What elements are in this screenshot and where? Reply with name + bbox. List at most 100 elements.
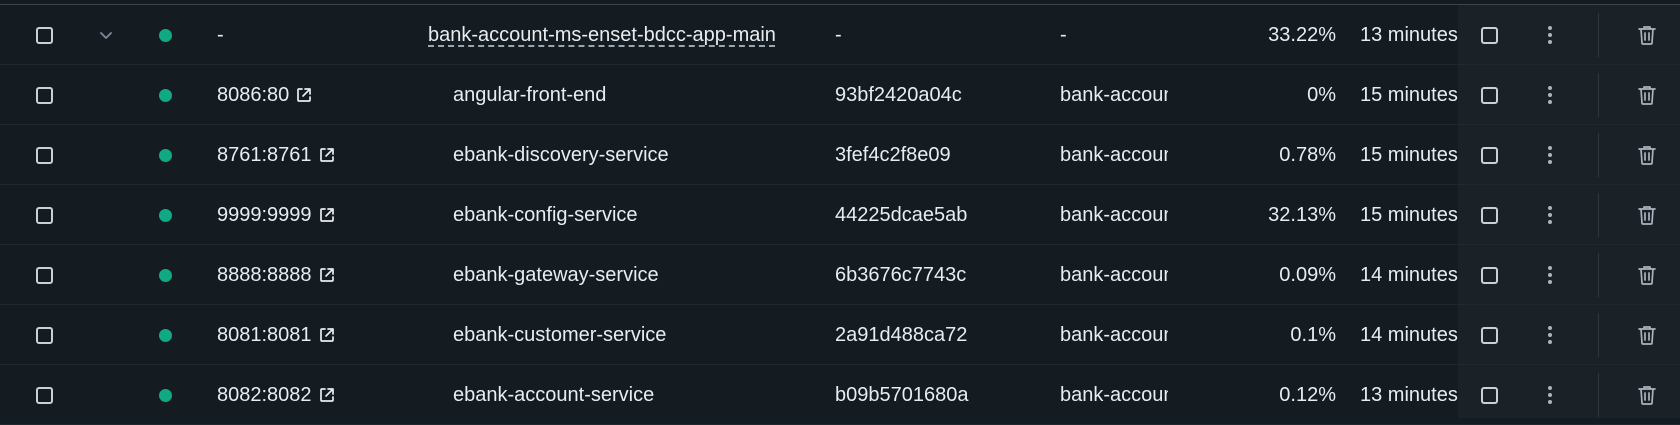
actions-divider: [1598, 133, 1599, 177]
container-image[interactable]: bank-account-ms-enset-bdcc-app-main-eban…: [1060, 305, 1168, 365]
container-name[interactable]: ebank-account-service: [453, 365, 654, 425]
trash-icon[interactable]: [1636, 305, 1658, 365]
external-link-icon[interactable]: [295, 86, 313, 104]
container-image[interactable]: -: [1060, 5, 1168, 65]
port-mapping[interactable]: 8888:8888: [217, 264, 312, 287]
trash-icon[interactable]: [1636, 65, 1658, 125]
port-mapping[interactable]: 8081:8081: [217, 324, 312, 347]
start-stop-button[interactable]: [1481, 365, 1505, 425]
container-name[interactable]: ebank-gateway-service: [453, 245, 659, 305]
cpu-usage: 32.13%: [1268, 203, 1336, 226]
start-stop-button[interactable]: [1481, 305, 1505, 365]
start-stop-button[interactable]: [1481, 65, 1505, 125]
more-vertical-icon[interactable]: [1540, 185, 1560, 245]
container-image[interactable]: bank-account-ms-enset-bdcc-app-main-eban…: [1060, 185, 1168, 245]
row-select-checkbox[interactable]: [36, 305, 60, 365]
start-stop-button[interactable]: [1481, 185, 1505, 245]
external-link-icon[interactable]: [318, 146, 336, 164]
container-row[interactable]: 8086:80 angular-front-end 93bf2420a04c b…: [0, 65, 1680, 125]
actions-divider: [1598, 73, 1599, 117]
start-stop-button[interactable]: [1481, 245, 1505, 305]
running-status-dot: [159, 305, 175, 365]
external-link-icon[interactable]: [318, 326, 336, 344]
more-vertical-icon[interactable]: [1540, 125, 1560, 185]
container-row[interactable]: 8888:8888 ebank-gateway-service 6b3676c7…: [0, 245, 1680, 305]
container-image[interactable]: bank-account-ms-enset-bdcc-app-main-angu…: [1060, 65, 1168, 125]
trash-icon[interactable]: [1636, 125, 1658, 185]
trash-icon[interactable]: [1636, 185, 1658, 245]
container-id: 93bf2420a04c: [835, 83, 962, 106]
running-status-dot: [159, 365, 175, 425]
last-started: 15 minutes ago: [1360, 143, 1458, 166]
chevron-down-icon[interactable]: [98, 5, 118, 65]
cpu-usage: 33.22%: [1268, 23, 1336, 46]
row-select-checkbox[interactable]: [36, 5, 60, 65]
container-name[interactable]: ebank-customer-service: [453, 305, 666, 365]
trash-icon[interactable]: [1636, 365, 1658, 425]
port-mapping[interactable]: 9999:9999: [217, 204, 312, 227]
actions-divider: [1598, 193, 1599, 237]
last-started: 15 minutes ago: [1360, 83, 1458, 106]
running-status-dot: [159, 125, 175, 185]
container-row[interactable]: 8081:8081 ebank-customer-service 2a91d48…: [0, 305, 1680, 365]
port-mapping[interactable]: 8761:8761: [217, 144, 312, 167]
container-name[interactable]: angular-front-end: [453, 65, 606, 125]
container-name[interactable]: ebank-config-service: [453, 185, 638, 245]
actions-divider: [1598, 313, 1599, 357]
port-cell[interactable]: 8081:8081: [217, 305, 336, 365]
container-image[interactable]: bank-account-ms-enset-bdcc-app-main-eban…: [1060, 365, 1168, 425]
trash-icon[interactable]: [1636, 5, 1658, 65]
more-vertical-icon[interactable]: [1540, 305, 1560, 365]
external-link-icon[interactable]: [318, 206, 336, 224]
last-started: 14 minutes ago: [1360, 263, 1458, 286]
external-link-icon[interactable]: [318, 266, 336, 284]
last-started: 13 minutes ago: [1360, 383, 1458, 406]
row-select-checkbox[interactable]: [36, 365, 60, 425]
last-started: 13 minutes ago: [1360, 23, 1458, 46]
port-mapping[interactable]: -: [217, 24, 224, 47]
trash-icon[interactable]: [1636, 245, 1658, 305]
port-cell[interactable]: 8888:8888: [217, 245, 336, 305]
port-cell[interactable]: 8086:80: [217, 65, 313, 125]
row-select-checkbox[interactable]: [36, 125, 60, 185]
more-vertical-icon[interactable]: [1540, 365, 1560, 425]
container-id: -: [835, 23, 842, 46]
port-cell[interactable]: 9999:9999: [217, 185, 336, 245]
container-id: b09b5701680a: [835, 383, 969, 406]
running-status-dot: [159, 185, 175, 245]
running-status-dot: [159, 65, 175, 125]
cpu-usage: 0.1%: [1290, 323, 1336, 346]
container-image[interactable]: bank-account-ms-enset-bdcc-app-main-eban…: [1060, 245, 1168, 305]
running-status-dot: [159, 5, 175, 65]
container-id: 2a91d488ca72: [835, 323, 968, 346]
more-vertical-icon[interactable]: [1540, 5, 1560, 65]
last-started: 15 minutes ago: [1360, 203, 1458, 226]
container-row[interactable]: 8761:8761 ebank-discovery-service 3fef4c…: [0, 125, 1680, 185]
cpu-usage: 0.78%: [1279, 143, 1336, 166]
port-mapping[interactable]: 8082:8082: [217, 384, 312, 407]
external-link-icon[interactable]: [318, 386, 336, 404]
cpu-usage: 0.09%: [1279, 263, 1336, 286]
container-row[interactable]: 8082:8082 ebank-account-service b09b5701…: [0, 365, 1680, 425]
container-row[interactable]: 9999:9999 ebank-config-service 44225dcae…: [0, 185, 1680, 245]
more-vertical-icon[interactable]: [1540, 245, 1560, 305]
row-select-checkbox[interactable]: [36, 65, 60, 125]
start-stop-button[interactable]: [1481, 125, 1505, 185]
row-select-checkbox[interactable]: [36, 245, 60, 305]
container-name[interactable]: bank-account-ms-enset-bdcc-app-main: [428, 5, 776, 65]
actions-divider: [1598, 13, 1599, 57]
cpu-usage: 0%: [1307, 83, 1336, 106]
containers-table: - bank-account-ms-enset-bdcc-app-main - …: [0, 5, 1680, 425]
port-cell[interactable]: -: [217, 5, 224, 65]
container-id: 3fef4c2f8e09: [835, 143, 951, 166]
more-vertical-icon[interactable]: [1540, 65, 1560, 125]
container-image[interactable]: bank-account-ms-enset-bdcc-app-main-eban…: [1060, 125, 1168, 185]
start-stop-button[interactable]: [1481, 5, 1505, 65]
port-cell[interactable]: 8082:8082: [217, 365, 336, 425]
container-id: 6b3676c7743c: [835, 263, 967, 286]
compose-group-row[interactable]: - bank-account-ms-enset-bdcc-app-main - …: [0, 5, 1680, 65]
container-name[interactable]: ebank-discovery-service: [453, 125, 669, 185]
port-mapping[interactable]: 8086:80: [217, 84, 289, 107]
port-cell[interactable]: 8761:8761: [217, 125, 336, 185]
row-select-checkbox[interactable]: [36, 185, 60, 245]
